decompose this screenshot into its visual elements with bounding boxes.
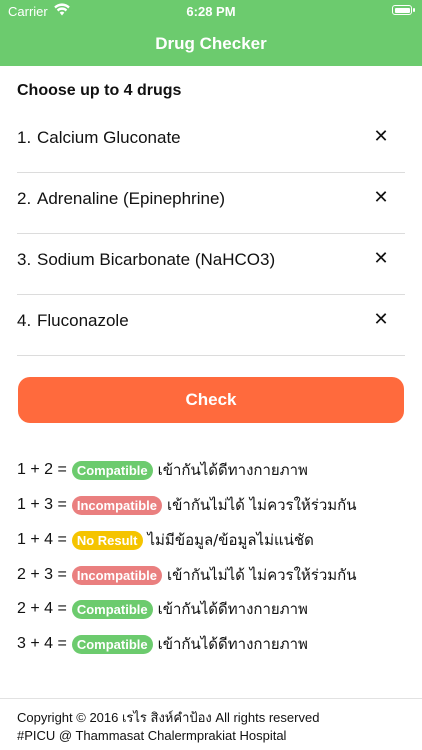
drug-pair: 1 + 4 = [17,531,67,548]
result-description: เข้ากันไม่ได้ ไม่ควรให้ร่วมกัน [167,496,357,514]
clear-drug-icon[interactable]: ✕ [371,126,391,146]
result-row: 3 + 4 = Compatible เข้ากันได้ดีทางกายภาพ [17,632,308,656]
drug-row-1[interactable]: 1. Calcium Gluconate ✕ [17,112,405,173]
result-description: เข้ากันได้ดีทางกายภาพ [157,600,308,618]
battery-icon [392,5,415,15]
footer-divider [0,698,422,699]
navigation-bar: Carrier 6:28 PM Drug Checker [0,0,422,66]
drug-pair: 2 + 3 = [17,566,67,583]
drug-number: 1. [17,128,32,147]
result-row: 1 + 2 = Compatible เข้ากันได้ดีทางกายภาพ [17,458,308,482]
drug-number: 4. [17,311,32,330]
status-bar: Carrier 6:28 PM [0,0,422,22]
drug-name[interactable]: Sodium Bicarbonate (NaHCO3) [37,250,275,270]
status-badge: Incompatible [71,565,163,585]
copyright-text: Copyright © 2016 เรไร สิงห์คำป้อง All ri… [17,710,320,725]
result-row: 1 + 3 = Incompatible เข้ากันไม่ได้ ไม่คว… [17,493,357,517]
drug-name[interactable]: Calcium Gluconate [37,128,181,148]
status-badge: Incompatible [71,495,163,515]
drug-pair: 1 + 3 = [17,496,67,513]
check-button[interactable]: Check [18,377,404,423]
result-description: เข้ากันไม่ได้ ไม่ควรให้ร่วมกัน [167,566,357,584]
status-badge: No Result [71,530,143,550]
drug-row-2[interactable]: 2. Adrenaline (Epinephrine) ✕ [17,173,405,234]
result-description: เข้ากันได้ดีทางกายภาพ [157,461,308,479]
drug-number: 2. [17,189,32,208]
drug-pair: 2 + 4 = [17,600,67,617]
drug-number: 3. [17,250,32,269]
hospital-text: #PICU @ Thammasat Chalermprakiat Hospita… [17,728,287,743]
status-badge: Compatible [71,599,153,619]
clear-drug-icon[interactable]: ✕ [371,187,391,207]
clear-drug-icon[interactable]: ✕ [371,309,391,329]
status-time: 6:28 PM [186,4,236,19]
drug-row-3[interactable]: 3. Sodium Bicarbonate (NaHCO3) ✕ [17,234,405,295]
drug-pair: 3 + 4 = [17,635,67,652]
drug-name[interactable]: Fluconazole [37,311,129,331]
page-title: Drug Checker [155,34,267,53]
drug-name[interactable]: Adrenaline (Epinephrine) [37,189,225,209]
drug-list-heading: Choose up to 4 drugs [17,82,182,99]
result-row: 2 + 4 = Compatible เข้ากันได้ดีทางกายภาพ [17,597,308,621]
drug-pair: 1 + 2 = [17,461,67,478]
result-row: 2 + 3 = Incompatible เข้ากันไม่ได้ ไม่คว… [17,563,357,587]
drug-row-4[interactable]: 4. Fluconazole ✕ [17,295,405,356]
result-row: 1 + 4 = No Result ไม่มีข้อมูล/ข้อมูลไม่แ… [17,528,314,552]
result-description: เข้ากันได้ดีทางกายภาพ [157,635,308,653]
clear-drug-icon[interactable]: ✕ [371,248,391,268]
result-description: ไม่มีข้อมูล/ข้อมูลไม่แน่ชัด [147,531,314,549]
status-badge: Compatible [71,634,153,654]
status-badge: Compatible [71,460,153,480]
